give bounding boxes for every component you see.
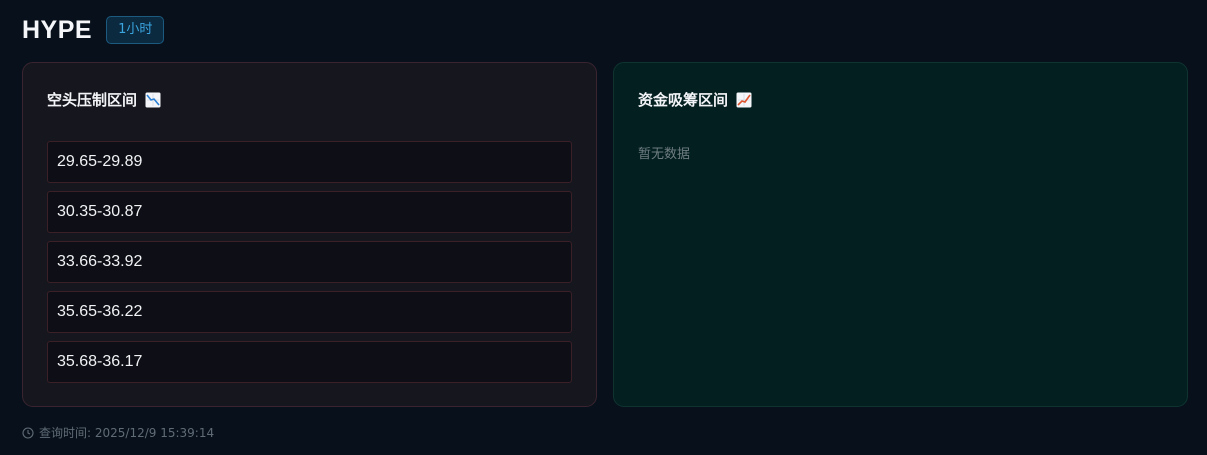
chart-decreasing-icon [145, 92, 161, 107]
empty-state-text: 暂无数据 [638, 147, 691, 162]
zone-item: 29.65-29.89 [47, 141, 572, 183]
short-pressure-title-text: 空头压制区间 [47, 91, 138, 109]
query-time-footer: 查询时间: 2025/12/9 15:39:14 [22, 424, 214, 441]
page-root: HYPE 1小时 空头压制区间 29.65-29.89 30.35-30.87 … [0, 0, 1207, 455]
zone-item: 30.35-30.87 [47, 191, 572, 233]
clock-icon [22, 426, 34, 439]
zone-item: 33.66-33.92 [47, 241, 572, 283]
accumulation-title-text: 资金吸筹区间 [638, 91, 729, 109]
zone-item: 35.65-36.22 [47, 291, 572, 333]
short-pressure-title: 空头压制区间 [47, 89, 161, 110]
short-zone-list: 29.65-29.89 30.35-30.87 33.66-33.92 35.6… [47, 141, 572, 391]
zone-item: 35.68-36.17 [47, 341, 572, 383]
accumulation-title: 资金吸筹区间 [638, 89, 752, 110]
query-time-text: 查询时间: 2025/12/9 15:39:14 [39, 426, 215, 440]
accumulation-panel: 资金吸筹区间 暂无数据 [613, 62, 1188, 407]
chart-increasing-icon [736, 92, 752, 107]
short-pressure-panel: 空头压制区间 29.65-29.89 30.35-30.87 33.66-33.… [22, 62, 597, 407]
symbol-title: HYPE [22, 15, 93, 44]
timeframe-badge[interactable]: 1小时 [106, 16, 165, 44]
header: HYPE 1小时 [22, 14, 165, 46]
